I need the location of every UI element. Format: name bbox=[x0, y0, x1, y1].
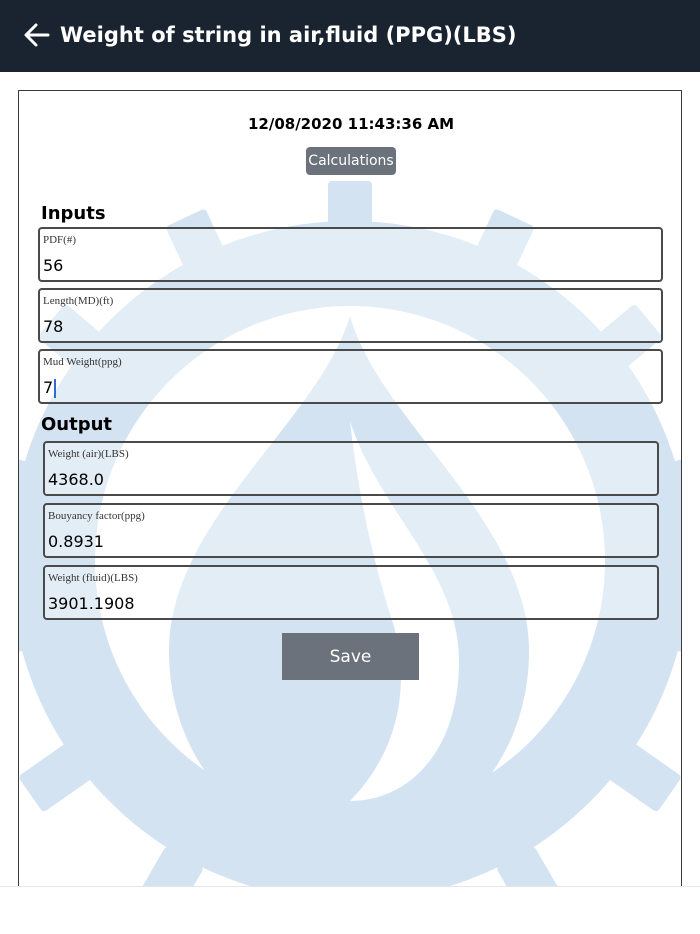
field-label: Weight (air)(LBS) bbox=[48, 448, 129, 460]
field-label: Mud Weight(ppg) bbox=[43, 356, 122, 368]
weight-air-field[interactable]: Weight (air)(LBS) 4368.0 bbox=[43, 441, 659, 496]
field-value: 3901.1908 bbox=[48, 594, 135, 613]
field-value-with-caret: 7 bbox=[43, 378, 56, 398]
back-button[interactable] bbox=[22, 20, 52, 50]
calculations-button[interactable]: Calculations bbox=[306, 147, 396, 175]
field-value: 56 bbox=[43, 256, 64, 275]
field-label: Length(MD)(ft) bbox=[43, 295, 114, 307]
field-value: 78 bbox=[43, 317, 64, 336]
field-label: Weight (fluid)(LBS) bbox=[48, 572, 138, 584]
field-label: PDF(#) bbox=[43, 234, 77, 246]
pdf-field[interactable]: PDF(#) 56 bbox=[38, 227, 663, 282]
field-label: Bouyancy factor(ppg) bbox=[48, 510, 145, 522]
mud-weight-field[interactable]: Mud Weight(ppg) 7 bbox=[38, 349, 663, 404]
timestamp: 12/08/2020 11:43:36 AM bbox=[247, 115, 455, 133]
output-heading: Output bbox=[41, 414, 113, 435]
length-field[interactable]: Length(MD)(ft) 78 bbox=[38, 288, 663, 343]
page-title: Weight of string in air,fluid (PPG)(LBS) bbox=[60, 23, 517, 47]
calculator-card: 12/08/2020 11:43:36 AM Calculations Inpu… bbox=[18, 90, 682, 910]
save-button[interactable]: Save bbox=[282, 633, 419, 680]
text-caret bbox=[54, 379, 56, 398]
inputs-heading: Inputs bbox=[41, 203, 106, 224]
field-value: 4368.0 bbox=[48, 470, 104, 489]
app-header: Weight of string in air,fluid (PPG)(LBS) bbox=[0, 0, 700, 72]
weight-fluid-field[interactable]: Weight (fluid)(LBS) 3901.1908 bbox=[43, 565, 659, 620]
bottom-bar bbox=[0, 886, 700, 934]
field-value: 0.8931 bbox=[48, 532, 104, 551]
mud-weight-value: 7 bbox=[43, 378, 54, 397]
gear-drop-logo bbox=[19, 181, 681, 909]
arrow-left-icon bbox=[24, 23, 50, 47]
buoyancy-factor-field[interactable]: Bouyancy factor(ppg) 0.8931 bbox=[43, 503, 659, 558]
